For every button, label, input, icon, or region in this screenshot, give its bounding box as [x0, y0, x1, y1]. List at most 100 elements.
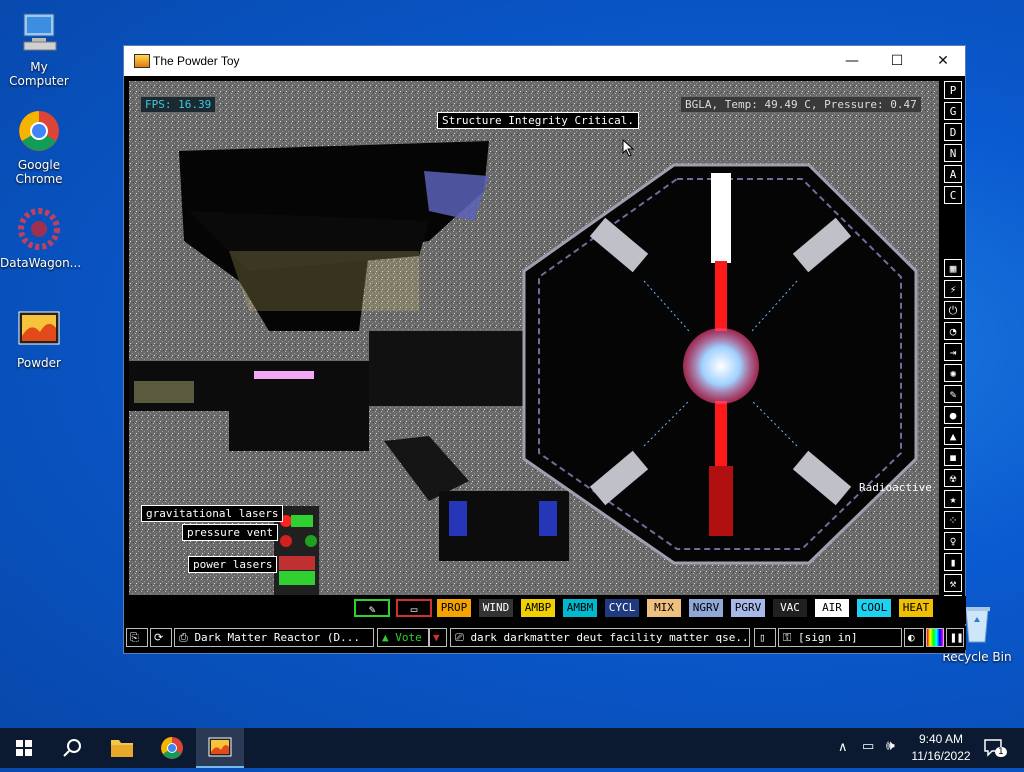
- tag-icon: ⎚: [455, 631, 471, 644]
- powder-toy-icon: [16, 306, 62, 352]
- powders-category-icon[interactable]: ▲: [944, 427, 962, 445]
- new-simulation-icon[interactable]: ▯: [754, 628, 776, 647]
- force-category-icon[interactable]: ⇥: [944, 343, 962, 361]
- bottom-bar: ⎘ ⟳ ⎙ Dark Matter Reactor (D... ▲ Vote ▼…: [124, 626, 966, 650]
- close-button[interactable]: ✕: [920, 46, 966, 76]
- simulation-canvas[interactable]: FPS: 16.39 BGLA, Temp: 49.49 C, Pressure…: [129, 81, 939, 595]
- menu-button-d[interactable]: D: [944, 123, 962, 141]
- save-name-text: Dark Matter Reactor (D...: [194, 631, 361, 644]
- solids-category-icon[interactable]: ◼: [944, 448, 962, 466]
- tool-wind[interactable]: WIND: [479, 599, 513, 617]
- radioactive-label: Radioactive: [859, 481, 932, 494]
- tool-ngrv[interactable]: NGRV: [689, 599, 723, 617]
- gases-category-icon[interactable]: ✎: [944, 385, 962, 403]
- search-button[interactable]: [48, 728, 96, 768]
- tool-ambp[interactable]: AMBP: [521, 599, 555, 617]
- file-explorer-button[interactable]: [98, 728, 146, 768]
- reload-icon[interactable]: ⟳: [150, 628, 172, 647]
- computer-icon: [16, 10, 62, 56]
- tool-heat[interactable]: HEAT: [899, 599, 933, 617]
- vote-up-button[interactable]: ▲ Vote: [377, 628, 429, 647]
- chrome-taskbar-button[interactable]: [148, 728, 196, 768]
- sensors-category-icon[interactable]: ◔: [944, 322, 962, 340]
- tool-row: ✎ ▭ PROP WIND AMBP AMBM CYCL MIX NGRV PG…: [124, 596, 966, 624]
- thumbs-up-icon: ▲: [382, 631, 389, 644]
- clock-time: 9:40 AM: [918, 732, 964, 746]
- powder-toy-taskbar-button[interactable]: [196, 728, 244, 768]
- powered-category-icon[interactable]: ⏻: [944, 301, 962, 319]
- tool-vac[interactable]: VAC: [773, 599, 807, 617]
- show-hidden-icons-chevron-icon[interactable]: ∧: [838, 740, 848, 755]
- folder-icon: [111, 740, 133, 757]
- search-icon: [63, 739, 81, 757]
- life-category-icon[interactable]: ♀: [944, 532, 962, 550]
- window-titlebar[interactable]: The Powder Toy — ☐ ✕: [124, 46, 965, 76]
- explosives-category-icon[interactable]: ✺: [944, 364, 962, 382]
- display-mode-icon[interactable]: [926, 628, 944, 647]
- power-lasers-label: power lasers: [188, 556, 278, 573]
- app-icon: [134, 54, 150, 68]
- pause-button[interactable]: ❚❚: [946, 628, 964, 647]
- special-category-icon[interactable]: ★: [944, 490, 962, 508]
- right-menu: P G D N A C ▦ ⚡ ⏻ ◔ ⇥ ✺ ✎ ● ▲ ◼ ☢ ★ ⁘ ♀ …: [944, 81, 964, 616]
- integrity-message: Structure Integrity Critical.: [437, 112, 640, 129]
- start-button[interactable]: [0, 728, 48, 768]
- tool-cool[interactable]: COOL: [857, 599, 891, 617]
- favorites-category-icon[interactable]: ⚒: [944, 574, 962, 592]
- walls-category-icon[interactable]: ▦: [944, 259, 962, 277]
- menu-button-n[interactable]: N: [944, 144, 962, 162]
- clock[interactable]: 9:40 AM 11/16/2022: [905, 731, 977, 765]
- tags-text: dark darkmatter deut facility matter qse…: [470, 631, 750, 644]
- desktop-icon-label: Google Chrome: [15, 158, 63, 186]
- tags-field[interactable]: ⎚ dark darkmatter deut facility matter q…: [450, 628, 750, 647]
- menu-button-a[interactable]: A: [944, 165, 962, 183]
- desktop-icon-label: My Computer: [9, 60, 69, 88]
- maximize-button[interactable]: ☐: [874, 46, 920, 76]
- save-icon: ⎙: [179, 631, 195, 644]
- tool-pgrv[interactable]: PGRV: [731, 599, 765, 617]
- save-name-field[interactable]: ⎙ Dark Matter Reactor (D...: [174, 628, 374, 647]
- tool-ambm[interactable]: AMBM: [563, 599, 597, 617]
- windows-logo-icon: [16, 740, 32, 756]
- menu-button-p[interactable]: P: [944, 81, 962, 99]
- powder-toy-window: The Powder Toy — ☐ ✕ FPS: 16.39 BGLA, Te…: [123, 45, 966, 654]
- menu-button-g[interactable]: G: [944, 102, 962, 120]
- minimize-button[interactable]: —: [829, 46, 875, 76]
- tool-cycl[interactable]: CYCL: [605, 599, 639, 617]
- volume-icon[interactable]: 🕪: [886, 738, 895, 754]
- desktop-icon-google-chrome[interactable]: Google Chrome: [0, 108, 78, 186]
- settings-icon[interactable]: ◐: [904, 628, 924, 647]
- liquids-category-icon[interactable]: ●: [944, 406, 962, 424]
- taskbar: ∧ ▭ 🕪 9:40 AM 11/16/2022 1: [0, 728, 1024, 768]
- desktop-icon-datawagon[interactable]: DataWagon...: [0, 206, 82, 270]
- datawagon-icon: [16, 206, 62, 252]
- tool-prop[interactable]: PROP: [437, 599, 471, 617]
- status-readout: BGLA, Temp: 49.49 C, Pressure: 0.47: [681, 97, 921, 112]
- desktop-icon-my-computer[interactable]: My Computer: [0, 10, 78, 88]
- desktop-icon-label: DataWagon...: [0, 256, 82, 270]
- sign-in-label: [sign in]: [798, 631, 858, 644]
- brush-tool-icon[interactable]: ✎: [354, 599, 390, 617]
- radioactive-category-icon[interactable]: ☢: [944, 469, 962, 487]
- particles-category-icon[interactable]: ⁘: [944, 511, 962, 529]
- notification-badge: 1: [995, 747, 1007, 757]
- open-save-icon[interactable]: ⎘: [126, 628, 148, 647]
- mouse-cursor-icon: [622, 139, 634, 157]
- notification-center-button[interactable]: 1: [982, 736, 1007, 758]
- vote-down-button[interactable]: ▼: [429, 628, 447, 647]
- network-icon[interactable]: ▭: [862, 739, 874, 754]
- sign-tool-icon[interactable]: ▭: [396, 599, 432, 617]
- electronics-category-icon[interactable]: ⚡: [944, 280, 962, 298]
- clock-date: 11/16/2022: [911, 749, 971, 763]
- window-title: The Powder Toy: [153, 54, 240, 68]
- tool-air[interactable]: AIR: [815, 599, 849, 617]
- chrome-icon: [161, 737, 183, 759]
- vote-label: Vote: [395, 631, 422, 644]
- tool-mix[interactable]: MIX: [647, 599, 681, 617]
- powder-toy-icon: [208, 737, 232, 757]
- thumbs-down-icon: ▼: [433, 631, 440, 644]
- menu-button-c[interactable]: C: [944, 186, 962, 204]
- tools-category-icon[interactable]: ▮: [944, 553, 962, 571]
- sign-in-button[interactable]: ⚿ [sign in]: [778, 628, 902, 647]
- desktop-icon-powder[interactable]: Powder: [0, 306, 78, 370]
